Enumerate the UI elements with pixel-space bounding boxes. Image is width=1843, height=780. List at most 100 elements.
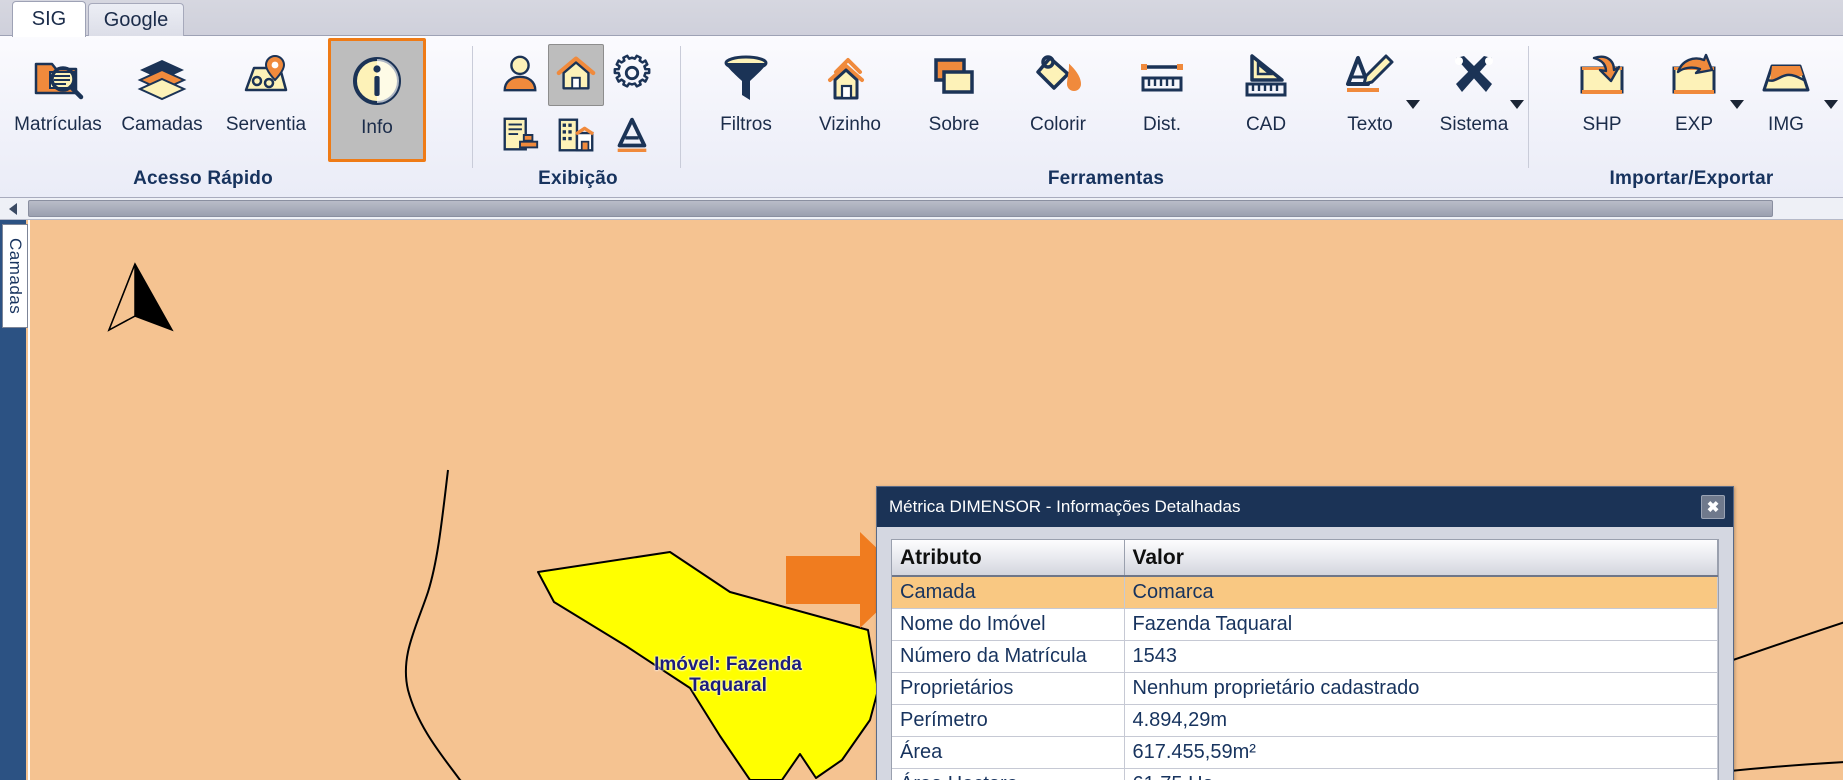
button-texto-label: Texto <box>1347 114 1393 135</box>
chevron-down-icon[interactable] <box>1510 100 1524 109</box>
column-header-atributo: Atributo <box>892 540 1125 577</box>
button-sistema[interactable]: Sistema <box>1422 38 1526 162</box>
letter-a-icon <box>611 113 653 162</box>
button-exp[interactable]: EXP <box>1648 38 1744 162</box>
cell-attribute: Camada <box>892 576 1125 609</box>
table-row[interactable]: Área 617.455,59m² <box>892 736 1718 769</box>
button-info-label: Info <box>361 117 393 138</box>
document-stamp-icon <box>499 113 541 162</box>
table-row[interactable]: Perímetro 4.894,29m <box>892 704 1718 737</box>
cell-value: Comarca <box>1124 576 1718 609</box>
button-document-stamp[interactable] <box>492 106 548 168</box>
button-filtros-label: Filtros <box>720 114 772 135</box>
cell-attribute: Proprietários <box>892 672 1125 705</box>
dialog-title: Métrica DIMENSOR - Informações Detalhada… <box>889 497 1241 516</box>
table-row[interactable]: Nome do Imóvel Fazenda Taquaral <box>892 608 1718 641</box>
button-sistema-label: Sistema <box>1439 114 1509 135</box>
cell-attribute: Número da Matrícula <box>892 640 1125 673</box>
import-arrow-icon <box>1574 50 1630 110</box>
button-sobre-label: Sobre <box>928 114 980 135</box>
button-texto[interactable]: Texto <box>1318 38 1422 162</box>
ribbon-group-ferramentas: Filtros Vizinho Sobre Colorir Dist. CAD … <box>686 38 1526 196</box>
cell-attribute: Área Hectare <box>892 768 1125 780</box>
scroll-left-button[interactable] <box>2 199 24 218</box>
button-person[interactable] <box>492 44 548 106</box>
map-pin-icon <box>238 50 294 110</box>
button-label-text[interactable] <box>604 106 660 168</box>
button-img-label: IMG <box>1768 114 1804 135</box>
export-arrow-icon <box>1666 50 1722 110</box>
button-dist[interactable]: Dist. <box>1110 38 1214 162</box>
north-arrow-icon <box>107 262 174 332</box>
group-divider-3 <box>1528 46 1529 168</box>
chevron-down-icon[interactable] <box>1406 100 1420 109</box>
ribbon-horizontal-scrollbar[interactable] <box>0 198 1843 220</box>
dialog-title-bar: Métrica DIMENSOR - Informações Detalhada… <box>877 487 1733 527</box>
neighbor-house-icon <box>822 50 878 110</box>
button-colorir-label: Colorir <box>1030 114 1086 135</box>
table-row[interactable]: Número da Matrícula 1543 <box>892 640 1718 673</box>
cell-attribute: Área <box>892 736 1125 769</box>
cell-value: 1543 <box>1124 640 1718 673</box>
button-colorir[interactable]: Colorir <box>1006 38 1110 162</box>
button-shp[interactable]: SHP <box>1556 38 1648 162</box>
button-img[interactable]: IMG <box>1740 38 1838 162</box>
button-cad-label: CAD <box>1245 114 1287 135</box>
button-camadas[interactable]: Camadas <box>110 38 214 162</box>
button-dist-label: Dist. <box>1143 114 1181 135</box>
folder-search-icon <box>30 50 86 110</box>
home-icon <box>555 51 597 100</box>
table-row[interactable]: Área Hectare 61,75 Ha <box>892 768 1718 780</box>
button-serventia[interactable]: Serventia <box>214 38 318 162</box>
chevron-down-icon[interactable] <box>1824 100 1838 109</box>
tab-sig[interactable]: SIG <box>12 1 86 37</box>
button-serventia-label: Serventia <box>225 114 307 135</box>
attributes-table: Atributo Valor Camada Comarca Nome do Im… <box>892 540 1718 780</box>
group-divider-1 <box>472 46 473 168</box>
attributes-grid[interactable]: Atributo Valor Camada Comarca Nome do Im… <box>891 539 1719 780</box>
button-building[interactable] <box>548 106 604 168</box>
set-square-icon <box>1238 50 1294 110</box>
text-pencil-icon <box>1342 50 1398 110</box>
image-map-icon <box>1758 50 1814 110</box>
ribbon-group-exibicao: Exibição <box>478 38 678 196</box>
table-row[interactable]: Proprietários Nenhum proprietário cadast… <box>892 672 1718 705</box>
cell-value: 61,75 Ha <box>1124 768 1718 780</box>
tab-google[interactable]: Google <box>88 3 184 36</box>
button-home[interactable] <box>548 44 604 106</box>
map-area: Camadas Imóvel: Fazenda Taquaral Métrica… <box>0 220 1843 780</box>
cell-value: Nenhum proprietário cadastrado <box>1124 672 1718 705</box>
table-row[interactable]: Camada Comarca <box>892 576 1718 609</box>
tab-google-label: Google <box>103 8 169 31</box>
button-sobre[interactable]: Sobre <box>902 38 1006 162</box>
button-vizinho[interactable]: Vizinho <box>798 38 902 162</box>
building-icon <box>555 113 597 162</box>
button-matriculas[interactable]: Matrículas <box>6 38 110 162</box>
button-matriculas-label: Matrículas <box>14 114 102 135</box>
ribbon-group-acesso-rapido: Matrículas Camadas Serventia Info Acesso… <box>0 38 470 196</box>
scrollbar-thumb[interactable] <box>28 200 1773 217</box>
layers-icon <box>134 50 190 110</box>
ribbon-group-ferramentas-label: Ferramentas <box>1047 168 1165 189</box>
cell-value: Fazenda Taquaral <box>1124 608 1718 641</box>
cell-value: 4.894,29m <box>1124 704 1718 737</box>
ribbon-group-importar-exportar-label: Importar/Exportar <box>1609 168 1774 189</box>
ruler-line-icon <box>1134 50 1190 110</box>
button-exp-label: EXP <box>1674 114 1714 135</box>
button-shp-label: SHP <box>1582 114 1622 135</box>
button-settings[interactable] <box>604 44 660 106</box>
dialog-body: Atributo Valor Camada Comarca Nome do Im… <box>877 527 1733 780</box>
ribbon-group-acesso-rapido-label: Acesso Rápido <box>133 168 273 189</box>
button-vizinho-label: Vizinho <box>819 114 881 135</box>
ribbon: Matrículas Camadas Serventia Info Acesso… <box>0 36 1843 198</box>
group-divider-2 <box>680 46 681 168</box>
button-info[interactable]: Info <box>328 38 426 162</box>
button-camadas-label: Camadas <box>121 114 203 135</box>
paint-bucket-icon <box>1030 50 1086 110</box>
chevron-left-icon <box>9 202 17 215</box>
close-icon[interactable]: ✖ <box>1701 495 1725 519</box>
button-cad[interactable]: CAD <box>1214 38 1318 162</box>
sidebar-item-camadas[interactable]: Camadas <box>2 224 28 328</box>
button-filtros[interactable]: Filtros <box>694 38 798 162</box>
exibicao-icon-grid <box>492 38 660 168</box>
